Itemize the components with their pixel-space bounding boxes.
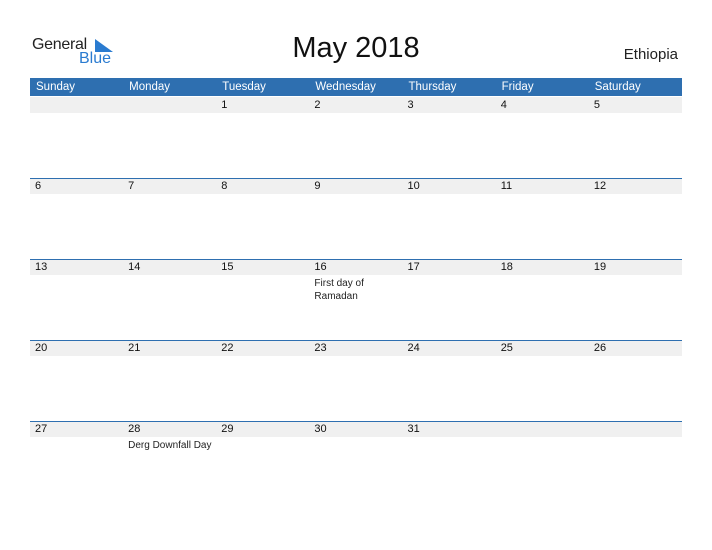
- week-row: 27 28 Derg Downfall Day 29 30 31: [30, 421, 682, 502]
- day-cell: 26: [589, 340, 682, 421]
- day-cell: 5: [589, 97, 682, 178]
- day-cell: 12: [589, 178, 682, 259]
- day-cell: 17: [403, 259, 496, 340]
- day-cell: 25: [496, 340, 589, 421]
- day-cell: 1: [216, 97, 309, 178]
- weekday-thursday: Thursday: [408, 81, 457, 93]
- calendar-title: May 2018: [292, 32, 420, 64]
- day-cell: 30: [309, 421, 402, 502]
- day-number: 26: [593, 342, 607, 354]
- day-cell: 4: [496, 97, 589, 178]
- day-number: 31: [407, 423, 420, 435]
- day-number: 22: [221, 342, 234, 354]
- day-cell: 9: [309, 178, 402, 259]
- day-number: 30: [314, 423, 327, 435]
- day-cell: 14: [123, 259, 216, 340]
- day-cell: 19: [589, 259, 682, 340]
- day-number: 21: [128, 342, 141, 354]
- day-cell: 16 First day of Ramadan: [309, 259, 402, 340]
- day-cell: [496, 421, 589, 502]
- weekday-tuesday: Tuesday: [222, 81, 266, 93]
- day-cell: 21: [123, 340, 216, 421]
- day-cell: 29: [216, 421, 309, 502]
- day-number: 17: [407, 261, 420, 273]
- day-number: 23: [314, 342, 327, 354]
- day-cell: 18: [496, 259, 589, 340]
- day-number: 11: [500, 180, 513, 192]
- day-number: 12: [593, 180, 607, 192]
- week-row: 13 14 15 16 First day of Ramadan 17 18 19: [30, 259, 682, 340]
- day-cell: [30, 97, 123, 178]
- day-cell: 20: [30, 340, 123, 421]
- day-cell: 24: [403, 340, 496, 421]
- weekday-friday: Friday: [501, 81, 534, 93]
- day-number: 6: [35, 180, 42, 192]
- day-number: 3: [407, 99, 414, 111]
- day-number: 7: [128, 180, 135, 192]
- day-number: 29: [221, 423, 234, 435]
- day-number: 1: [221, 99, 228, 111]
- day-number: 4: [500, 99, 507, 111]
- day-number: 2: [314, 99, 321, 111]
- day-number: 15: [221, 261, 234, 273]
- week-row: 20 21 22 23 24 25 26: [30, 340, 682, 421]
- day-cell: 10: [403, 178, 496, 259]
- weekday-saturday: Saturday: [594, 81, 641, 93]
- day-cell: 6: [30, 178, 123, 259]
- day-cell: 22: [216, 340, 309, 421]
- day-cell: 3: [403, 97, 496, 178]
- day-number: 27: [35, 423, 48, 435]
- day-cell: 15: [216, 259, 309, 340]
- day-number: 25: [500, 342, 513, 354]
- day-cell: 7: [123, 178, 216, 259]
- country-label: Ethiopia: [623, 46, 678, 63]
- week-row: 1 2 3 4 5: [30, 97, 682, 178]
- day-number: 9: [314, 180, 321, 192]
- day-cell: 31: [403, 421, 496, 502]
- day-number: 24: [407, 342, 420, 354]
- weekday-header: Sunday Monday Tuesday Wednesday Thursday…: [30, 78, 682, 96]
- day-number: 13: [35, 261, 48, 273]
- day-number: 8: [221, 180, 228, 192]
- day-number: 16: [314, 261, 327, 273]
- holiday-label: First day of Ramadan: [314, 278, 364, 302]
- day-cell: [589, 421, 682, 502]
- day-number: 10: [407, 180, 420, 192]
- day-number: 14: [128, 261, 141, 273]
- day-cell: 8: [216, 178, 309, 259]
- day-cell: 28 Derg Downfall Day: [123, 421, 216, 502]
- weekday-sunday: Sunday: [36, 81, 76, 93]
- holiday-label: Derg Downfall Day: [128, 440, 212, 451]
- day-cell: 11: [496, 178, 589, 259]
- day-number: 19: [593, 261, 607, 273]
- day-number: 18: [500, 261, 513, 273]
- weekday-wednesday: Wednesday: [315, 81, 376, 93]
- day-cell: 2: [309, 97, 402, 178]
- day-number: 28: [128, 423, 141, 435]
- weekday-monday: Monday: [129, 81, 171, 93]
- day-number: 20: [35, 342, 48, 354]
- day-cell: 13: [30, 259, 123, 340]
- day-cell: [123, 97, 216, 178]
- day-cell: 27: [30, 421, 123, 502]
- day-cell: 23: [309, 340, 402, 421]
- week-row: 6 7 8 9 10 11 12: [30, 178, 682, 259]
- day-number: 5: [593, 99, 600, 111]
